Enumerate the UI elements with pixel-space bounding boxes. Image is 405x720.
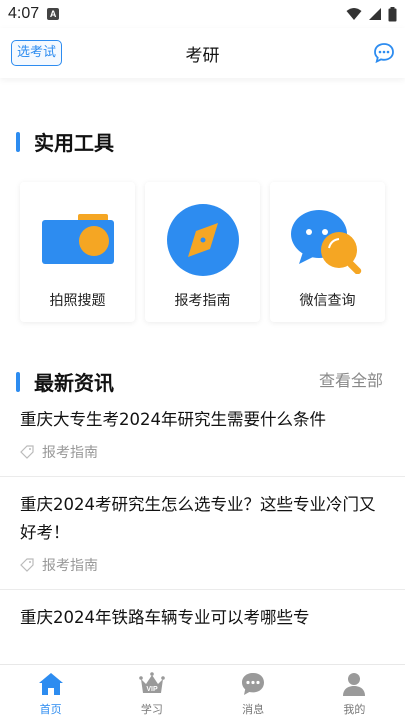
nav-label: 消息 — [242, 703, 265, 716]
battery-icon — [388, 6, 397, 21]
nav-home[interactable]: 首页 — [0, 665, 101, 720]
section-accent-bar — [16, 131, 20, 152]
tool-label: 微信查询 — [299, 293, 356, 309]
news-item-title: 重庆2024考研究生怎么选专业？这些专业冷门又好考！ — [20, 495, 376, 542]
nav-profile[interactable]: 我的 — [304, 665, 405, 720]
wifi-icon — [346, 8, 362, 20]
news-section-title: 最新资讯 — [16, 367, 114, 396]
notification-icon: A — [47, 8, 60, 20]
tag-icon — [20, 558, 34, 572]
compass-icon — [166, 204, 239, 276]
nav-label: 我的 — [343, 703, 366, 716]
tools-title: 实用工具 — [34, 131, 114, 155]
svg-text:VIP: VIP — [146, 686, 158, 693]
nav-study[interactable]: VIP 学习 — [101, 665, 202, 720]
tag-icon — [20, 445, 34, 459]
wechat-search-icon — [290, 210, 361, 274]
nav-label: 学习 — [140, 703, 163, 716]
signal-icon — [369, 8, 381, 20]
tool-label: 报考指南 — [174, 293, 231, 309]
news-item[interactable]: 重庆大专生考2024年研究生需要什么条件 报考指南 — [0, 402, 405, 477]
view-all-link[interactable]: 查看全部 — [319, 367, 383, 391]
tools-grid: 拍照搜题 报考指南 微信查询 — [20, 182, 386, 322]
news-item[interactable]: 重庆2024考研究生怎么选专业？这些专业冷门又好考！ 报考指南 — [0, 477, 405, 590]
news-item-tag: 报考指南 — [20, 555, 385, 589]
app-header: 选考试 考研 — [0, 28, 405, 78]
news-item-tag: 报考指南 — [20, 442, 385, 476]
chat-icon[interactable] — [373, 42, 395, 64]
news-item-title: 重庆2024年铁路车辆专业可以考哪些专 — [20, 608, 310, 627]
vip-crown-icon: VIP — [139, 672, 165, 693]
nav-messages[interactable]: 消息 — [203, 665, 304, 720]
page-title: 考研 — [185, 45, 220, 66]
status-bar: 4:07 A — [0, 0, 405, 28]
home-icon — [38, 673, 63, 695]
news-tag-label: 报考指南 — [42, 558, 98, 574]
user-icon — [343, 673, 366, 696]
news-item-title: 重庆大专生考2024年研究生需要什么条件 — [20, 410, 326, 429]
news-tag-label: 报考指南 — [42, 445, 98, 461]
news-title: 最新资讯 — [34, 371, 114, 395]
nav-label: 首页 — [39, 703, 62, 716]
news-list: 重庆大专生考2024年研究生需要什么条件 报考指南 重庆2024考研究生怎么选专… — [0, 402, 405, 632]
section-accent-bar — [16, 371, 20, 392]
tool-card-exam-guide[interactable]: 报考指南 — [145, 182, 260, 322]
tools-section-title: 实用工具 — [16, 127, 114, 156]
news-item[interactable]: 重庆2024年铁路车辆专业可以考哪些专 — [0, 590, 405, 632]
tool-label: 拍照搜题 — [49, 293, 106, 309]
camera-icon — [41, 214, 114, 264]
select-exam-button[interactable]: 选考试 — [11, 40, 63, 66]
tool-card-photo-search[interactable]: 拍照搜题 — [20, 182, 135, 322]
bottom-nav: 首页 VIP 学习 消息 我的 — [0, 664, 405, 720]
tool-card-wechat-query[interactable]: 微信查询 — [270, 182, 385, 322]
status-time: 4:07 — [8, 5, 40, 22]
message-icon — [242, 673, 265, 695]
